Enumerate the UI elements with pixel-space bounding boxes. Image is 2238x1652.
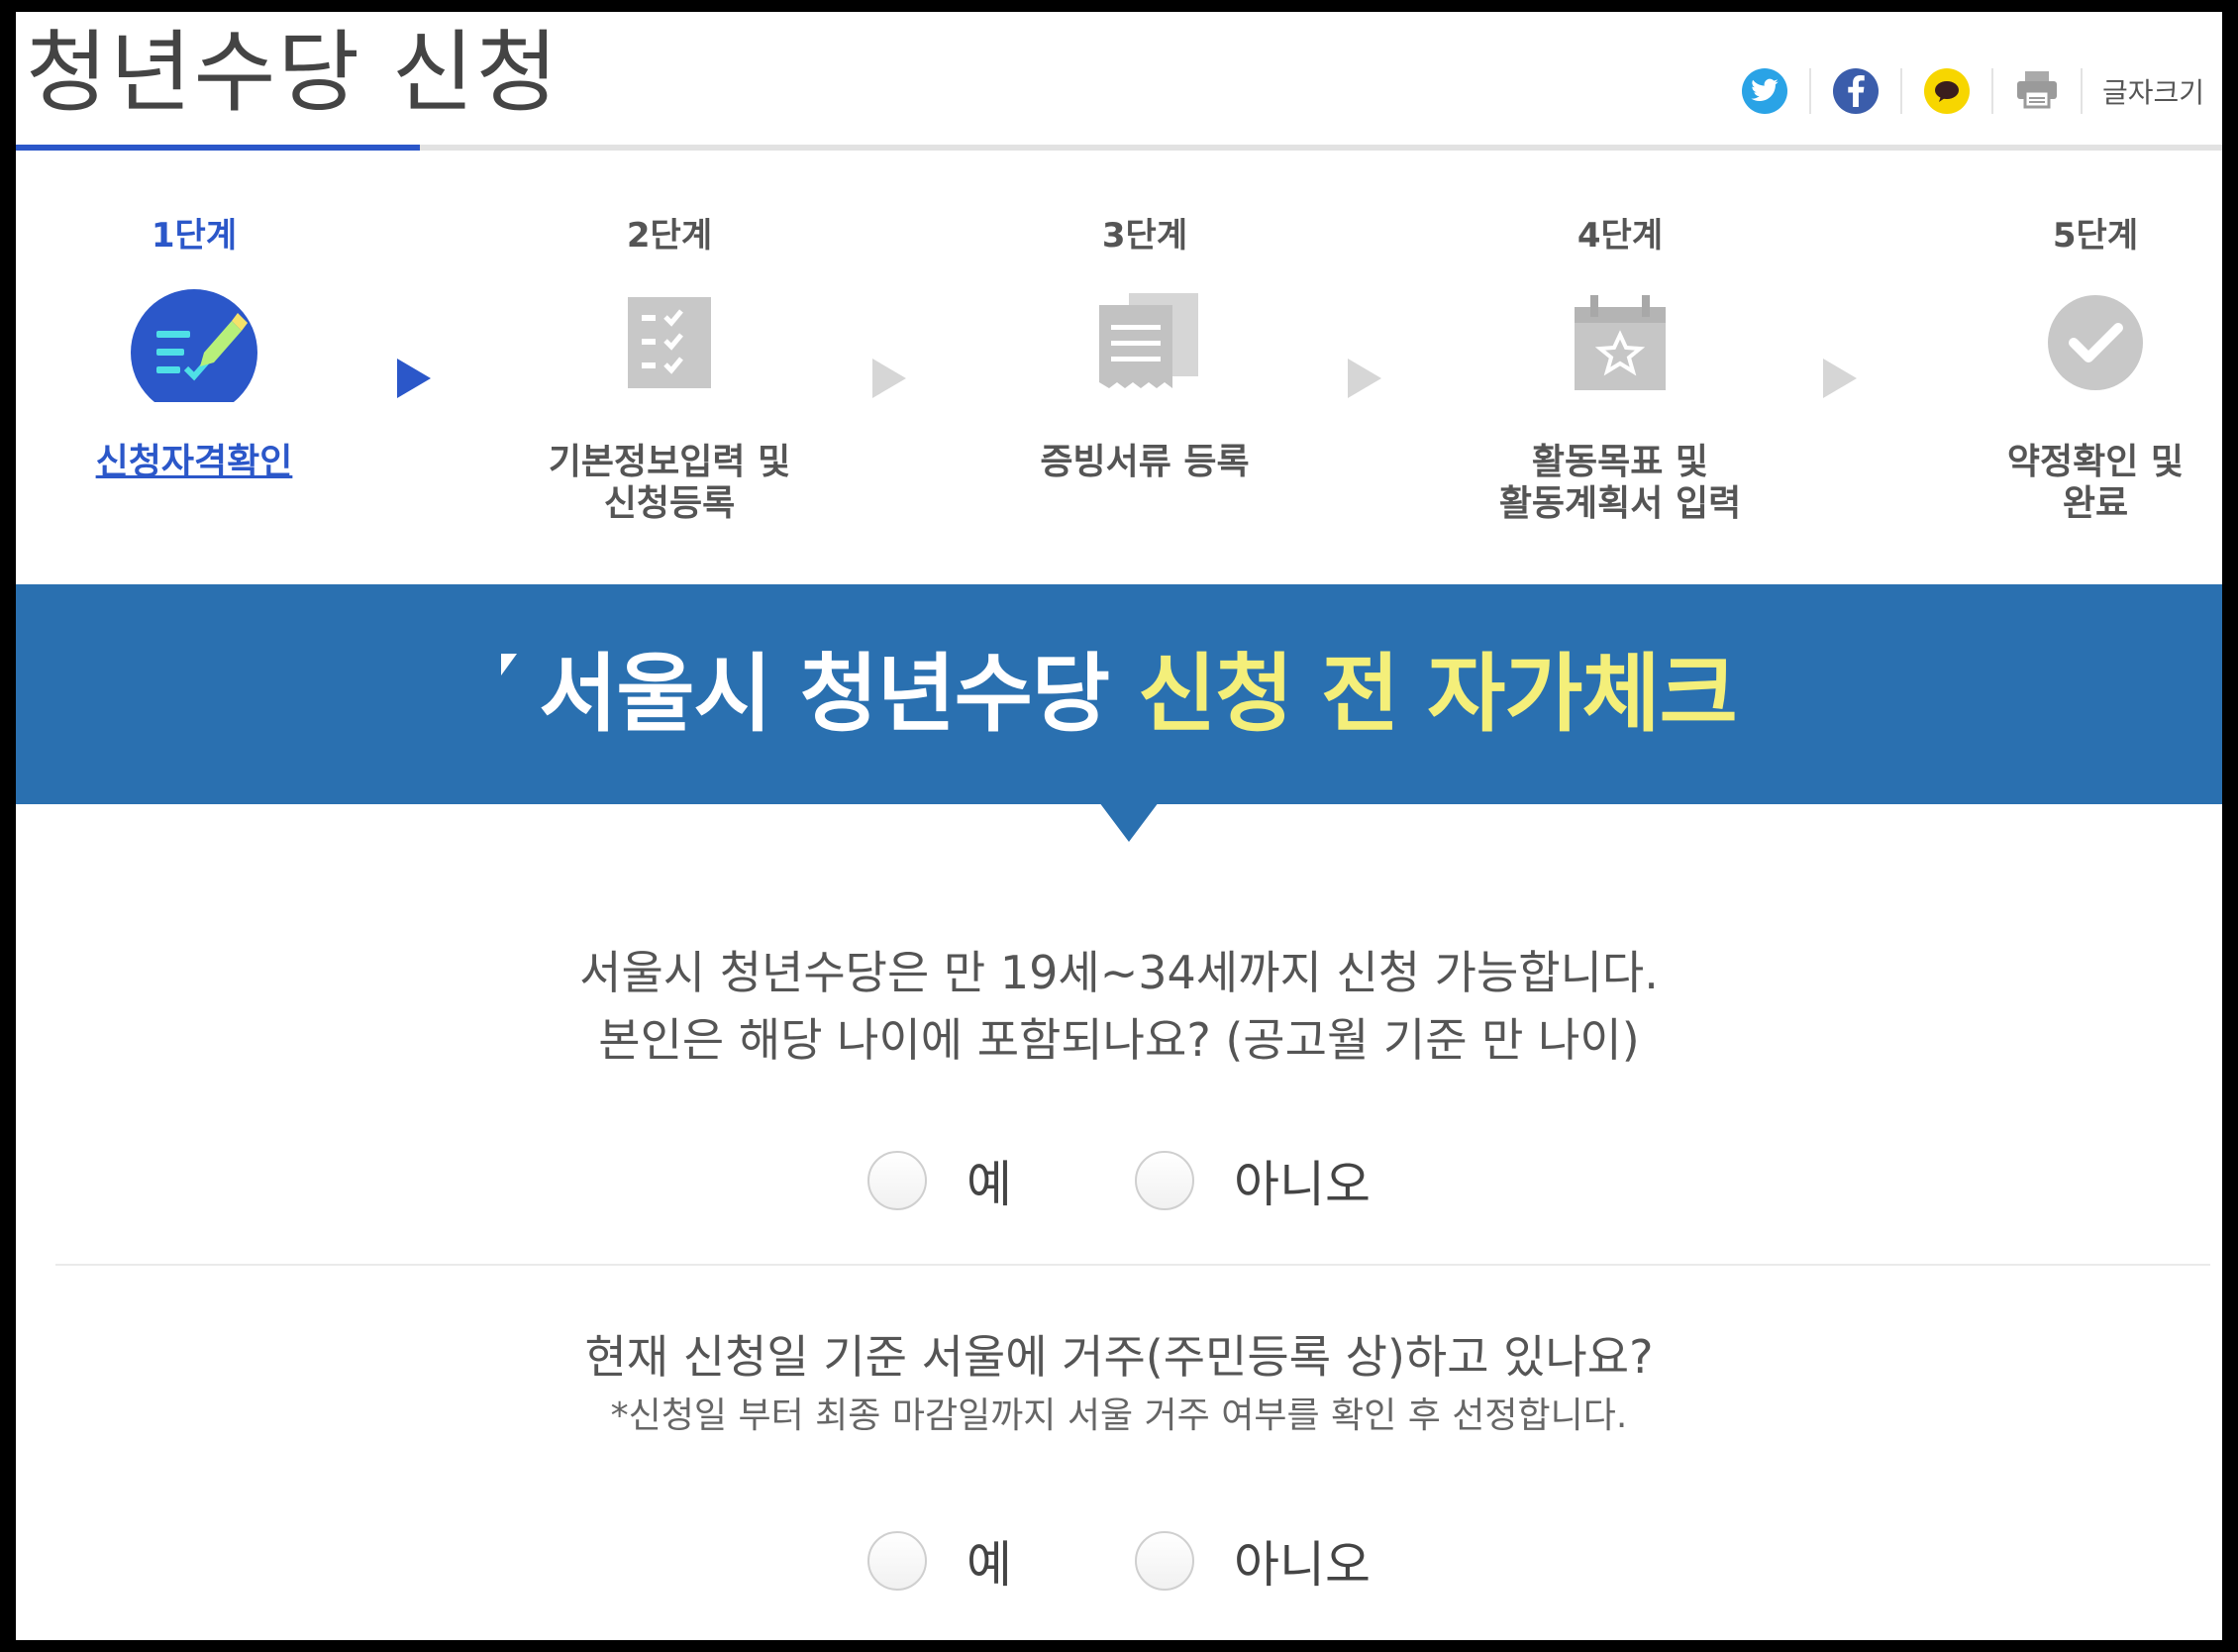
twitter-share-button[interactable] [1720,68,1809,114]
age-no-option[interactable]: 아니오 [1135,1145,1371,1216]
step-label-line: 활동계획서 입력 [1498,483,1742,524]
step-number: 3단계 [1101,216,1188,256]
residence-no-option[interactable]: 아니오 [1135,1525,1371,1597]
question-residence-choices: 예 아니오 [16,1525,2222,1597]
step-number: 4단계 [1577,216,1664,256]
page-title: 청년수당 신청 [26,21,560,125]
age-yes-option[interactable]: 예 [867,1145,1012,1216]
step-number: 2단계 [626,216,713,256]
facebook-icon [1832,68,1879,114]
option-label: 예 [966,1536,1012,1594]
question-age-choices: 예 아니오 [16,1145,2222,1216]
step-label: 약정확인 및 완료 [1917,442,2222,525]
step-number: 1단계 [151,216,238,256]
option-label: 아니오 [1234,1156,1371,1213]
calendar-star-icon [1571,293,1670,392]
option-label: 아니오 [1234,1536,1371,1594]
step-label: 기본정보입력 및 신청등록 [491,442,848,525]
radio-button[interactable] [867,1531,927,1591]
documents-icon [1095,293,1198,392]
question-residence: 현재 신청일 기준 서울에 거주(주민등록 상)하고 있나요? *신청일 부터 … [16,1323,2222,1442]
divider [55,1264,2210,1266]
step-label: 신청자격확인 [16,442,372,483]
step-label-line: 신청등록 [603,483,736,524]
step-label-line: 신청자격확인 [95,442,293,482]
self-check-banner: 서울시 청년수당 신청 전 자가체크 [16,584,2222,842]
checklist-icon [620,293,719,392]
question-age: 서울시 청년수당은 만 19세~34세까지 신청 가능합니다. 본인은 해당 나… [16,939,2222,1074]
checklist-pencil-icon [131,289,257,402]
question-text: 본인은 해당 나이에 포함되나요? (공고월 기준 만 나이) [598,1013,1640,1067]
step-label-line: 약정확인 및 [2006,442,2185,482]
step-label-line: 기본정보입력 및 [548,442,791,482]
facebook-share-button[interactable] [1811,68,1900,114]
radio-button[interactable] [867,1151,927,1210]
question-note: *신청일 부터 최종 마감일까지 서울 거주 여부를 확인 후 선정합니다. [610,1395,1628,1436]
radio-button[interactable] [1135,1531,1194,1591]
step-arrow-icon [872,359,906,398]
step-label: 활동목표 및 활동계획서 입력 [1442,442,1798,525]
step-label-line: 증빙서류 등록 [1040,442,1250,482]
step-label: 증빙서류 등록 [966,442,1323,483]
question-text: 현재 신청일 기준 서울에 거주(주민등록 상)하고 있나요? [584,1330,1654,1384]
twitter-icon [1741,68,1787,114]
step-label-line: 완료 [2062,483,2129,524]
radio-button[interactable] [1135,1151,1194,1210]
banner-text-main: 서울시 청년수당 [539,645,1110,744]
banner-text-highlight: 신청 전 자가체크 [1138,645,1738,744]
step-arrow-icon [397,359,431,398]
print-button[interactable] [1993,69,2081,113]
kakaotalk-share-button[interactable] [1902,68,1991,114]
step-arrow-icon [1348,359,1381,398]
step-indicator: 1단계 신청자격확인 2단계 기본정보입력 및 신청등록 3단계 증빙서류 등록… [16,151,2222,594]
print-icon [2015,69,2059,113]
kakaotalk-icon [1923,68,1970,114]
check-circle-icon [2046,293,2145,392]
step-arrow-icon [1823,359,1857,398]
share-toolbar: 글자크기 [1720,52,2204,131]
step-label-line: 활동목표 및 [1531,442,1709,482]
option-label: 예 [966,1156,1012,1213]
font-size-button[interactable]: 글자크기 [2083,71,2204,111]
question-text: 서울시 청년수당은 만 19세~34세까지 신청 가능합니다. [579,946,1659,999]
banner-heading: 서울시 청년수당 신청 전 자가체크 [16,584,2222,804]
step-number: 5단계 [2052,216,2139,256]
quote-mark-icon [501,654,518,675]
page-frame: 청년수당 신청 글자크기 1단계 신청자격확인 2단계 기본정보입력 및 신청등… [16,12,2222,1640]
residence-yes-option[interactable]: 예 [867,1525,1012,1597]
banner-pointer [1099,802,1159,842]
